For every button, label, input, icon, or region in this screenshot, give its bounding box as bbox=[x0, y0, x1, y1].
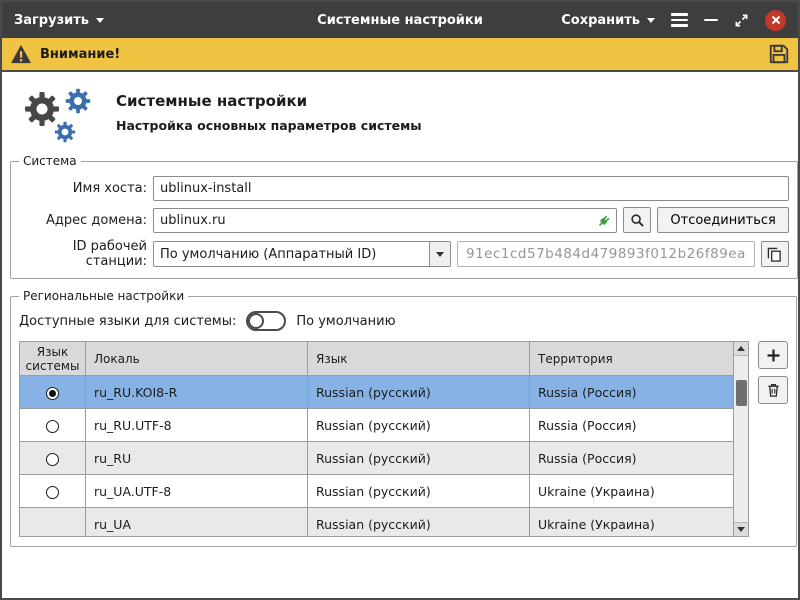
menu-button[interactable] bbox=[671, 13, 688, 27]
locale-row[interactable]: ru_RU.KOI8-R Russian (русский) Russia (Р… bbox=[20, 376, 734, 409]
vertical-scrollbar[interactable] bbox=[734, 341, 749, 537]
hostname-input[interactable] bbox=[153, 176, 789, 201]
regional-section-legend: Региональные настройки bbox=[19, 289, 188, 303]
connected-plug-icon bbox=[596, 213, 612, 229]
language-cell: Russian (русский) bbox=[308, 475, 530, 508]
domain-label: Адрес домена: bbox=[19, 213, 147, 228]
scroll-down-icon bbox=[737, 527, 745, 532]
domain-input[interactable] bbox=[153, 208, 617, 233]
radio-unselected-icon[interactable] bbox=[46, 420, 59, 433]
add-locale-button[interactable] bbox=[758, 341, 788, 369]
locales-table: Язык системы Локаль Язык Территория ru_R… bbox=[19, 341, 734, 537]
maximize-button[interactable] bbox=[734, 13, 749, 28]
settings-gears-icon bbox=[16, 82, 100, 146]
station-id-value: 91ec1cd57b484d479893f012b26f89ea bbox=[457, 241, 755, 267]
default-languages-toggle[interactable] bbox=[246, 311, 286, 331]
maximize-icon bbox=[734, 13, 749, 28]
territory-cell: Ukraine (Украина) bbox=[530, 475, 734, 508]
column-header-territory: Территория bbox=[530, 342, 734, 376]
main-content: Системные настройки Настройка основных п… bbox=[2, 72, 798, 598]
disconnect-button[interactable]: Отсоединиться bbox=[657, 207, 789, 233]
dropdown-arrow-icon[interactable] bbox=[429, 242, 450, 266]
column-header-locale: Локаль bbox=[86, 342, 308, 376]
minimize-icon bbox=[704, 19, 718, 22]
territory-cell: Russia (Россия) bbox=[530, 409, 734, 442]
language-cell: Russian (русский) bbox=[308, 376, 530, 409]
language-cell: Russian (русский) bbox=[308, 442, 530, 475]
minimize-button[interactable] bbox=[704, 19, 718, 22]
territory-cell: Russia (Россия) bbox=[530, 442, 734, 475]
column-header-language: Язык bbox=[308, 342, 530, 376]
table-header-row: Язык системы Локаль Язык Территория bbox=[20, 342, 734, 376]
station-id-label: ID рабочей станции: bbox=[19, 239, 147, 269]
copy-button[interactable] bbox=[761, 241, 789, 267]
territory-cell: Russia (Россия) bbox=[530, 376, 734, 409]
locale-row[interactable]: ru_RU.UTF-8 Russian (русский) Russia (Ро… bbox=[20, 409, 734, 442]
save-button-label: Сохранить bbox=[561, 13, 640, 28]
system-section: Система Имя хоста: Адрес домена: bbox=[10, 154, 798, 279]
title-bar: Системные настройки Загрузить Сохранить bbox=[2, 2, 798, 38]
locale-cell: ru_UA.UTF-8 bbox=[86, 475, 308, 508]
close-button[interactable] bbox=[765, 10, 786, 31]
warning-bar: Внимание! bbox=[2, 38, 798, 72]
load-button[interactable]: Загрузить bbox=[14, 13, 104, 28]
copy-icon bbox=[767, 247, 782, 262]
save-button[interactable]: Сохранить bbox=[561, 13, 655, 28]
language-cell: Russian (русский) bbox=[308, 409, 530, 442]
warning-icon bbox=[10, 44, 32, 64]
language-cell: Russian (русский) bbox=[308, 508, 530, 538]
plus-icon bbox=[766, 348, 781, 363]
scroll-up-icon bbox=[737, 346, 745, 351]
locale-row[interactable]: ru_RU Russian (русский) Russia (Россия) bbox=[20, 442, 734, 475]
locale-cell: ru_RU.KOI8-R bbox=[86, 376, 308, 409]
warning-text: Внимание! bbox=[40, 47, 120, 62]
locale-cell: ru_UA bbox=[86, 508, 308, 538]
station-id-selected-option: По умолчанию (Аппаратный ID) bbox=[154, 247, 429, 262]
station-id-select[interactable]: По умолчанию (Аппаратный ID) bbox=[153, 241, 451, 267]
close-icon bbox=[765, 10, 786, 31]
scroll-up-button[interactable] bbox=[734, 342, 748, 356]
regional-section: Региональные настройки Доступные языки д… bbox=[10, 289, 797, 547]
toggle-state-label: По умолчанию bbox=[296, 314, 395, 329]
delete-locale-button[interactable] bbox=[758, 376, 788, 404]
radio-unselected-icon[interactable] bbox=[46, 486, 59, 499]
chevron-down-icon bbox=[647, 18, 655, 23]
page-header: Системные настройки Настройка основных п… bbox=[16, 82, 790, 146]
system-section-legend: Система bbox=[19, 154, 81, 168]
chevron-down-icon bbox=[96, 18, 104, 23]
radio-unselected-icon[interactable] bbox=[46, 453, 59, 466]
column-header-system-language: Язык системы bbox=[20, 342, 86, 376]
toggle-knob-icon bbox=[248, 313, 264, 329]
page-subtitle: Настройка основных параметров системы bbox=[116, 118, 422, 133]
available-languages-label: Доступные языки для системы: bbox=[19, 314, 236, 329]
radio-selected-icon[interactable] bbox=[46, 387, 59, 400]
page-title: Системные настройки bbox=[116, 92, 422, 110]
territory-cell: Ukraine (Украина) bbox=[530, 508, 734, 538]
floppy-icon bbox=[768, 43, 790, 65]
hostname-label: Имя хоста: bbox=[19, 181, 147, 196]
locale-row[interactable]: ru_UA Russian (русский) Ukraine (Украина… bbox=[20, 508, 734, 538]
load-button-label: Загрузить bbox=[14, 13, 89, 28]
trash-icon bbox=[766, 382, 781, 398]
search-button[interactable] bbox=[623, 207, 651, 233]
app-window: Системные настройки Загрузить Сохранить bbox=[0, 0, 800, 600]
scrollbar-thumb[interactable] bbox=[736, 380, 747, 406]
locale-cell: ru_RU bbox=[86, 442, 308, 475]
locale-row[interactable]: ru_UA.UTF-8 Russian (русский) Ukraine (У… bbox=[20, 475, 734, 508]
locales-table-viewport: Язык системы Локаль Язык Территория ru_R… bbox=[19, 341, 734, 537]
save-file-button[interactable] bbox=[768, 43, 790, 65]
hamburger-icon bbox=[671, 13, 688, 27]
scroll-down-button[interactable] bbox=[734, 522, 748, 536]
search-icon bbox=[630, 213, 645, 228]
locale-cell: ru_RU.UTF-8 bbox=[86, 409, 308, 442]
